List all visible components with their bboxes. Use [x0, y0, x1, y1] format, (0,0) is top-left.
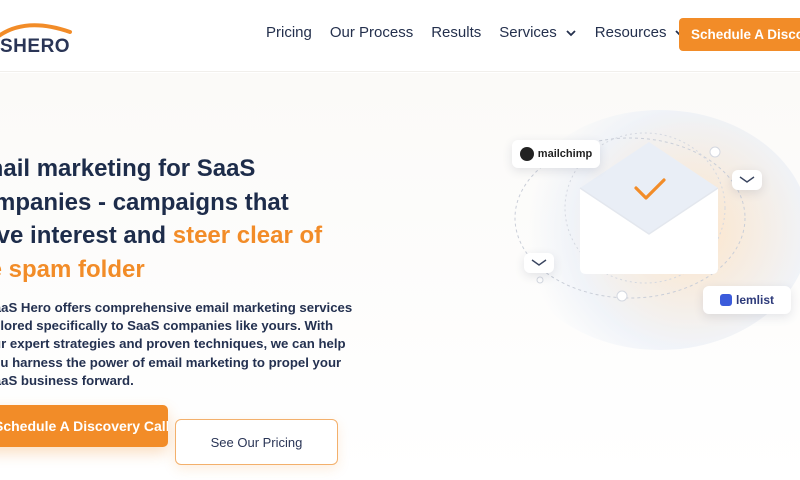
mini-envelope-icon	[531, 259, 547, 266]
hero-headline: Email marketing for SaaS companies - cam…	[0, 152, 346, 286]
email-illustration: mailchimp lemlist	[470, 100, 800, 360]
schedule-call-button[interactable]: Schedule A Discovery Call	[0, 405, 168, 447]
site-header: SHERO Pricing Our Process Results Servic…	[0, 0, 800, 72]
header-schedule-call-button[interactable]: Schedule A Discovery Call	[679, 18, 800, 51]
nav-pricing-label: Pricing	[266, 24, 312, 41]
chevron-down-icon	[566, 29, 576, 36]
mini-envelope-card	[732, 170, 762, 190]
mini-envelope-icon	[739, 176, 755, 183]
nav-resources-label: Resources	[594, 24, 667, 41]
lemlist-logo-icon	[719, 294, 732, 306]
mini-envelope-card	[524, 253, 554, 273]
lemlist-label: lemlist	[735, 293, 774, 307]
main-nav: Pricing Our Process Results Services Res…	[266, 24, 704, 41]
headline-line-4-highlight: the spam folder	[0, 255, 145, 283]
headline-line-3-part-a: drive interest and	[0, 222, 167, 249]
headline-line-3-highlight: steer clear of	[172, 222, 323, 249]
nav-services-label: Services	[499, 24, 557, 41]
nav-results-label: Results	[431, 24, 482, 41]
mailchimp-badge: mailchimp	[512, 140, 600, 168]
nav-pricing[interactable]: Pricing	[266, 24, 312, 41]
nav-results[interactable]: Results	[431, 24, 481, 41]
headline-line-1: Email marketing for SaaS	[0, 155, 256, 182]
nav-our-process-label: Our Process	[329, 24, 414, 41]
see-pricing-button[interactable]: See Our Pricing	[175, 419, 338, 465]
lemlist-badge: lemlist	[703, 286, 791, 314]
logo[interactable]: SHERO	[0, 14, 74, 58]
mailchimp-logo-icon	[519, 147, 534, 161]
mailchimp-label: mailchimp	[537, 148, 593, 160]
headline-line-3: drive interest and steer clear of	[0, 219, 346, 253]
logo-text: SHERO	[0, 36, 71, 57]
hero-description: SaaS Hero offers comprehensive email mar…	[0, 300, 353, 388]
nav-our-process[interactable]: Our Process	[330, 24, 413, 41]
nav-resources[interactable]: Resources	[595, 24, 687, 41]
headline-line-2: companies - campaigns that	[0, 188, 289, 216]
nav-services[interactable]: Services	[499, 24, 577, 41]
